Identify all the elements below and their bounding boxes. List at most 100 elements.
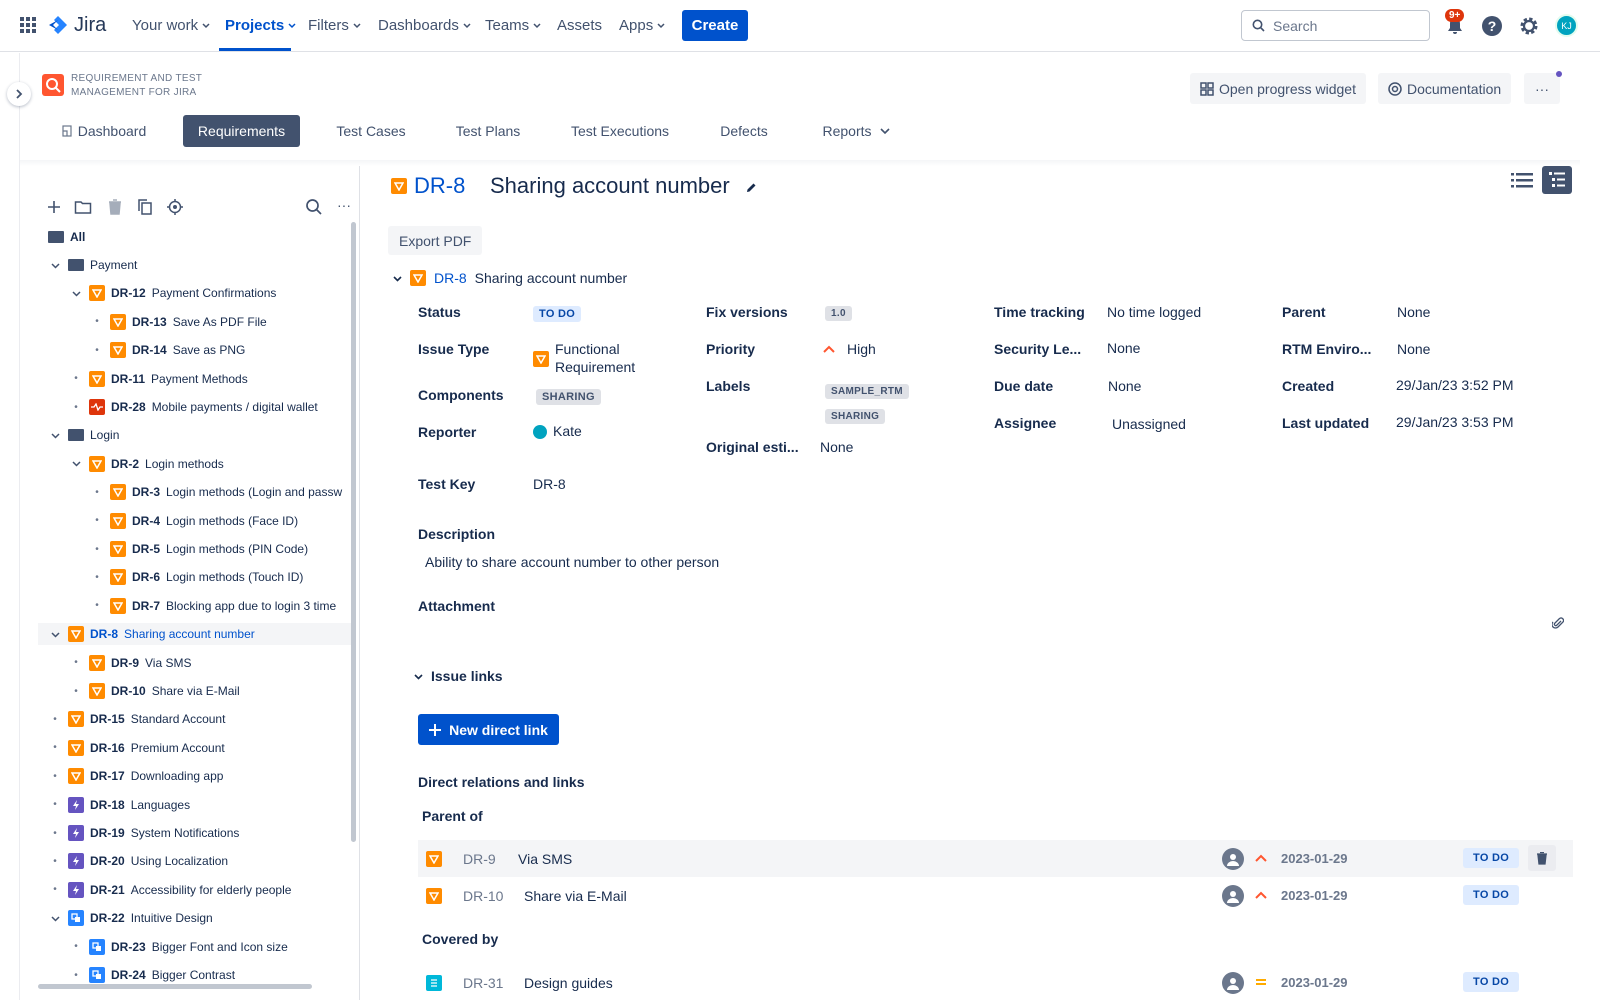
label-lozenge[interactable]: SAMPLE_RTM xyxy=(825,384,909,399)
tab-test-plans[interactable]: Test Plans xyxy=(448,115,528,147)
tree-folder[interactable]: Login xyxy=(48,424,354,446)
chevron-down-icon[interactable] xyxy=(48,911,62,925)
tree-item-dr-13[interactable]: • DR-13 Save As PDF File xyxy=(90,311,354,333)
tree-item-dr-23[interactable]: • DR-23 Bigger Font and Icon size xyxy=(69,936,354,958)
tree-item-dr-18[interactable]: • DR-18 Languages xyxy=(48,794,354,816)
tree-item-dr-14[interactable]: • DR-14 Save as PNG xyxy=(90,339,354,361)
jira-logo-icon[interactable] xyxy=(48,15,68,35)
expand-sidebar-button[interactable] xyxy=(7,82,31,106)
search-icon[interactable] xyxy=(305,198,323,216)
nav-projects[interactable]: Projects xyxy=(225,17,296,34)
create-button[interactable]: Create xyxy=(682,10,748,41)
list-view-icon[interactable] xyxy=(1511,172,1533,188)
tree-vertical-scrollbar[interactable] xyxy=(351,222,356,842)
tree-item-dr-5[interactable]: • DR-5 Login methods (PIN Code) xyxy=(90,538,354,560)
link-issue-summary[interactable]: Design guides xyxy=(524,975,613,991)
user-avatar[interactable]: KJ xyxy=(1555,14,1578,37)
paperclip-icon[interactable] xyxy=(1552,616,1564,630)
link-row[interactable]: DR-10 Share via E-Mail 2023-01-29 TO DO xyxy=(418,877,1573,914)
issue-key-link[interactable]: DR-8 xyxy=(434,270,467,286)
link-issue-key[interactable]: DR-31 xyxy=(463,975,503,991)
tree-item-dr-21[interactable]: • DR-21 Accessibility for elderly people xyxy=(48,879,354,901)
more-actions-button[interactable]: ··· xyxy=(1524,73,1560,104)
export-pdf-button[interactable]: Export PDF xyxy=(388,226,483,255)
delete-icon[interactable] xyxy=(106,198,124,216)
link-status-lozenge[interactable]: TO DO xyxy=(1463,972,1520,992)
delete-link-button[interactable] xyxy=(1528,845,1556,871)
tree-folder[interactable]: Payment xyxy=(48,254,354,276)
tree-item-dr-22[interactable]: DR-22 Intuitive Design xyxy=(48,907,354,929)
help-icon[interactable]: ? xyxy=(1481,15,1503,37)
link-row[interactable]: DR-31 Design guides 2023-01-29 TO DO xyxy=(418,964,1573,1001)
product-name[interactable]: Jira xyxy=(74,14,106,37)
status-lozenge[interactable]: TO DO xyxy=(533,306,582,322)
tree-item-dr-2[interactable]: DR-2 Login methods xyxy=(69,453,354,475)
tab-reports[interactable]: Reports xyxy=(816,115,896,147)
edit-pencil-icon[interactable] xyxy=(745,182,757,194)
link-status-lozenge[interactable]: TO DO xyxy=(1463,885,1520,905)
chevron-down-icon[interactable] xyxy=(48,627,62,641)
tree-item-dr-28[interactable]: • DR-28 Mobile payments / digital wallet xyxy=(69,396,354,418)
tree-item-dr-15[interactable]: • DR-15 Standard Account xyxy=(48,708,354,730)
tree-item-dr-3[interactable]: • DR-3 Login methods (Login and passw xyxy=(90,481,354,503)
tree-item-dr-9[interactable]: • DR-9 Via SMS xyxy=(69,652,354,674)
chevron-down-icon[interactable] xyxy=(48,258,62,272)
tree-item-dr-16[interactable]: • DR-16 Premium Account xyxy=(48,737,354,759)
nav-filters[interactable]: Filters xyxy=(308,17,361,34)
tree-item-dr-24[interactable]: • DR-24 Bigger Contrast xyxy=(69,964,354,986)
nav-apps[interactable]: Apps xyxy=(619,17,665,34)
link-issue-summary[interactable]: Via SMS xyxy=(518,851,572,867)
nav-dashboards[interactable]: Dashboards xyxy=(378,17,471,34)
tree-item-all[interactable]: All xyxy=(48,226,85,248)
chevron-down-icon[interactable] xyxy=(69,457,83,471)
priority-value[interactable]: High xyxy=(847,341,876,357)
tree-view-button[interactable] xyxy=(1542,166,1572,194)
settings-gear-icon[interactable] xyxy=(1518,15,1540,37)
tree-item-dr-11[interactable]: • DR-11 Payment Methods xyxy=(69,368,354,390)
tree-item-dr-10[interactable]: • DR-10 Share via E-Mail xyxy=(69,680,354,702)
tree-item-dr-6[interactable]: • DR-6 Login methods (Touch ID) xyxy=(90,566,354,588)
chevron-down-icon[interactable] xyxy=(69,286,83,300)
component-lozenge[interactable]: SHARING xyxy=(536,389,601,405)
tree-item-dr-7[interactable]: • DR-7 Blocking app due to login 3 time xyxy=(90,595,354,617)
new-folder-icon[interactable] xyxy=(74,198,92,216)
new-direct-link-button[interactable]: New direct link xyxy=(418,714,559,745)
tab-test-executions[interactable]: Test Executions xyxy=(562,115,678,147)
issue-section-header[interactable]: DR-8 Sharing account number xyxy=(393,270,627,286)
chevron-down-icon[interactable] xyxy=(48,428,62,442)
tree-item-dr-8[interactable]: DR-8 Sharing account number xyxy=(38,623,354,646)
tab-test-cases[interactable]: Test Cases xyxy=(325,115,417,147)
documentation-button[interactable]: Documentation xyxy=(1378,73,1512,104)
tree-item-dr-19[interactable]: • DR-19 System Notifications xyxy=(48,822,354,844)
tab-requirements[interactable]: Requirements xyxy=(183,115,300,147)
tree-item-dr-17[interactable]: • DR-17 Downloading app xyxy=(48,765,354,787)
nav-teams[interactable]: Teams xyxy=(485,17,541,34)
nav-your-work[interactable]: Your work xyxy=(132,17,210,34)
app-switcher-icon[interactable] xyxy=(20,17,36,33)
description-text[interactable]: Ability to share account number to other… xyxy=(425,554,719,570)
reporter-value[interactable]: Kate xyxy=(553,423,582,439)
link-issue-key[interactable]: DR-9 xyxy=(463,851,496,867)
issue-links-toggle[interactable]: Issue links xyxy=(414,668,503,684)
link-issue-key[interactable]: DR-10 xyxy=(463,888,503,904)
add-icon[interactable] xyxy=(45,198,63,216)
assignee-value[interactable]: Unassigned xyxy=(1112,416,1186,432)
tree-item-dr-4[interactable]: • DR-4 Login methods (Face ID) xyxy=(90,510,354,532)
copy-icon[interactable] xyxy=(136,198,154,216)
tab-defects[interactable]: Defects xyxy=(712,115,776,147)
open-progress-widget-button[interactable]: Open progress widget xyxy=(1190,73,1366,104)
tree-more-icon[interactable]: ··· xyxy=(337,197,351,213)
fix-version-lozenge[interactable]: 1.0 xyxy=(825,306,852,321)
nav-assets[interactable]: Assets xyxy=(557,17,602,34)
tree-horizontal-scrollbar[interactable] xyxy=(38,984,312,989)
tree-item-dr-12[interactable]: DR-12 Payment Confirmations xyxy=(69,282,354,304)
label-lozenge[interactable]: SHARING xyxy=(825,409,886,424)
link-status-lozenge[interactable]: TO DO xyxy=(1463,848,1520,868)
link-issue-summary[interactable]: Share via E-Mail xyxy=(524,888,627,904)
issue-key-title[interactable]: DR-8 xyxy=(414,173,465,199)
search-input[interactable]: Search xyxy=(1241,10,1430,41)
locate-target-icon[interactable] xyxy=(166,198,184,216)
tree-item-dr-20[interactable]: • DR-20 Using Localization xyxy=(48,850,354,872)
tab-dashboard[interactable]: Dashboard xyxy=(54,115,154,147)
link-row[interactable]: DR-9 Via SMS 2023-01-29 TO DO xyxy=(418,840,1573,877)
